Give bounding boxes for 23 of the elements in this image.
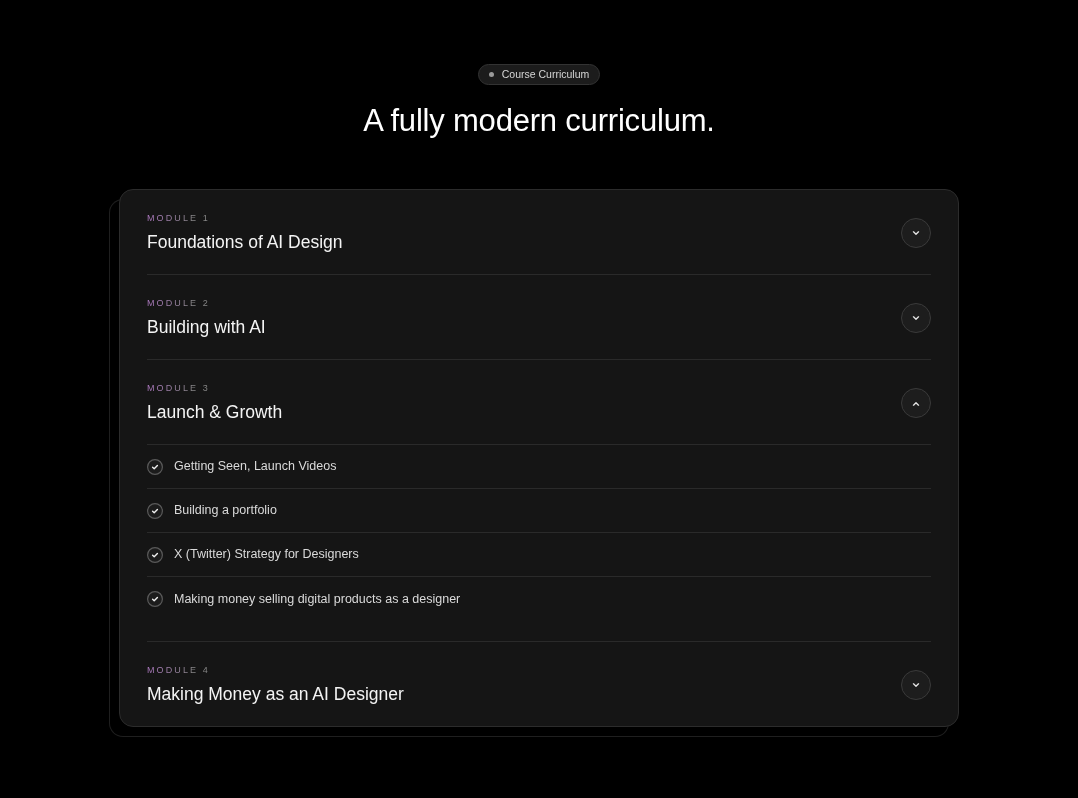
module-title: Building with AI bbox=[147, 316, 266, 339]
lesson-title: Building a portfolio bbox=[174, 502, 277, 520]
badge-label: Course Curriculum bbox=[501, 66, 590, 82]
module-title: Making Money as an AI Designer bbox=[147, 683, 404, 706]
check-circle-icon bbox=[147, 502, 163, 519]
page-heading: A fully modern curriculum. bbox=[363, 103, 715, 139]
check-circle-icon bbox=[147, 458, 163, 475]
check-circle-icon bbox=[147, 591, 163, 607]
check-circle-icon bbox=[147, 546, 163, 563]
module-title: Foundations of AI Design bbox=[147, 231, 343, 254]
lesson-title: Making money selling digital products as a designer bbox=[174, 590, 461, 608]
chevron-down-icon bbox=[912, 230, 920, 236]
dot-icon bbox=[488, 72, 494, 77]
expand-button[interactable] bbox=[901, 218, 931, 248]
collapse-button[interactable] bbox=[901, 388, 931, 418]
lesson-title: X (Twitter) Strategy for Designers bbox=[174, 546, 359, 564]
chevron-up-icon bbox=[912, 400, 920, 406]
chevron-down-icon bbox=[912, 682, 920, 688]
module-title: Launch & Growth bbox=[147, 401, 283, 424]
expand-button[interactable] bbox=[901, 303, 931, 333]
chevron-down-icon bbox=[912, 315, 920, 321]
expand-button[interactable] bbox=[901, 670, 931, 700]
lesson-title: Getting Seen, Launch Videos bbox=[174, 458, 337, 476]
